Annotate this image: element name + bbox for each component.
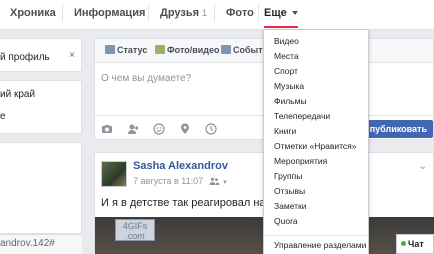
tab-info-label: Информация xyxy=(74,7,146,19)
tag-friends-icon[interactable] xyxy=(127,123,139,135)
menu-item-sport[interactable]: Спорт xyxy=(274,66,298,76)
menu-item-music[interactable]: Музыка xyxy=(274,81,304,91)
intro-region-text: ий край xyxy=(0,89,36,100)
post-text: И я в детстве так реагировал на сло xyxy=(101,197,287,209)
gif-watermark: 4GIFs .com xyxy=(115,219,155,241)
chevron-down-icon[interactable]: ▾ xyxy=(223,179,227,186)
menu-item-quora[interactable]: Quora xyxy=(274,216,298,226)
composer-tab-status-label: Статус xyxy=(117,45,148,55)
pencil-icon xyxy=(105,45,115,54)
composer-tab-event[interactable]: Событи xyxy=(221,45,268,55)
menu-item-video[interactable]: Видео xyxy=(274,36,299,46)
tab-divider xyxy=(214,4,215,22)
gif-watermark-line1: 4GIFs xyxy=(122,221,148,231)
status-url-bar: androv.142# xyxy=(0,234,82,254)
status-url-text: androv.142# xyxy=(0,238,55,249)
menu-item-books[interactable]: Книги xyxy=(274,126,296,136)
tab-more-label: Еще xyxy=(264,7,287,19)
friends-count: 1 xyxy=(202,8,208,18)
menu-item-likes[interactable]: Отметки «Нравится» xyxy=(274,141,356,151)
tab-photos-label: Фото xyxy=(226,7,254,19)
composer-tab-photo[interactable]: Фото/видео xyxy=(155,45,220,55)
tab-timeline[interactable]: Хроника xyxy=(10,0,56,30)
photo-icon xyxy=(155,45,165,54)
intro-card: ий край е xyxy=(0,80,82,134)
camera-icon[interactable] xyxy=(101,123,113,135)
profile-tab-bar: Хроника Информация Друзья 1 Фото Еще xyxy=(0,0,434,30)
tab-divider xyxy=(148,4,149,22)
tab-friends[interactable]: Друзья 1 xyxy=(160,0,207,30)
profile-suggestion-text[interactable]: й профиль xyxy=(0,52,50,63)
clock-icon[interactable] xyxy=(205,123,217,135)
post-timestamp[interactable]: 7 августа в 11:07 xyxy=(133,176,203,186)
tab-info[interactable]: Информация xyxy=(74,0,145,30)
tab-timeline-label: Хроника xyxy=(10,7,56,19)
status-input[interactable]: О чем вы думаете? xyxy=(101,73,191,84)
flag-icon xyxy=(221,45,231,54)
profile-suggestion-card: й профиль × xyxy=(0,38,82,72)
location-icon[interactable] xyxy=(179,123,191,135)
tab-more[interactable]: Еще xyxy=(264,2,298,28)
tab-friends-label: Друзья xyxy=(160,7,200,19)
menu-item-groups[interactable]: Группы xyxy=(274,171,302,181)
menu-item-places[interactable]: Места xyxy=(274,51,299,61)
avatar[interactable] xyxy=(101,161,127,187)
chat-label: Чат xyxy=(408,239,424,249)
tab-photos[interactable]: Фото xyxy=(226,0,254,30)
menu-item-tv[interactable]: Телепередачи xyxy=(274,111,330,121)
menu-item-films[interactable]: Фильмы xyxy=(274,96,307,106)
close-icon[interactable]: × xyxy=(69,50,75,61)
menu-item-notes[interactable]: Заметки xyxy=(274,201,307,211)
menu-item-manage-sections[interactable]: Управление разделами xyxy=(274,240,366,250)
chevron-down-icon xyxy=(291,11,298,16)
online-status-icon xyxy=(401,241,406,246)
post-author-link[interactable]: Sasha Alexandrov xyxy=(133,160,228,172)
post-options-chevron-icon[interactable]: ⌄ xyxy=(419,161,427,172)
composer-tab-status[interactable]: Статус xyxy=(105,45,147,55)
intro-item-text: е xyxy=(0,111,6,122)
tab-divider xyxy=(258,4,259,22)
left-card xyxy=(0,142,82,234)
friends-audience-icon[interactable] xyxy=(209,177,220,185)
menu-item-reviews[interactable]: Отзывы xyxy=(274,186,305,196)
page: Хроника Информация Друзья 1 Фото Еще й пр… xyxy=(0,0,434,254)
feeling-icon[interactable] xyxy=(153,123,165,135)
menu-item-events[interactable]: Мероприятия xyxy=(274,156,327,166)
more-dropdown-menu: Видео Места Спорт Музыка Фильмы Телепере… xyxy=(263,29,369,254)
menu-divider xyxy=(264,235,368,236)
tab-divider xyxy=(62,4,63,22)
composer-tab-photo-label: Фото/видео xyxy=(167,45,220,55)
post-meta: 7 августа в 11:07 ▾ xyxy=(133,176,227,186)
gif-watermark-line2: .com xyxy=(125,231,145,241)
chat-button[interactable]: Чат xyxy=(396,234,434,254)
